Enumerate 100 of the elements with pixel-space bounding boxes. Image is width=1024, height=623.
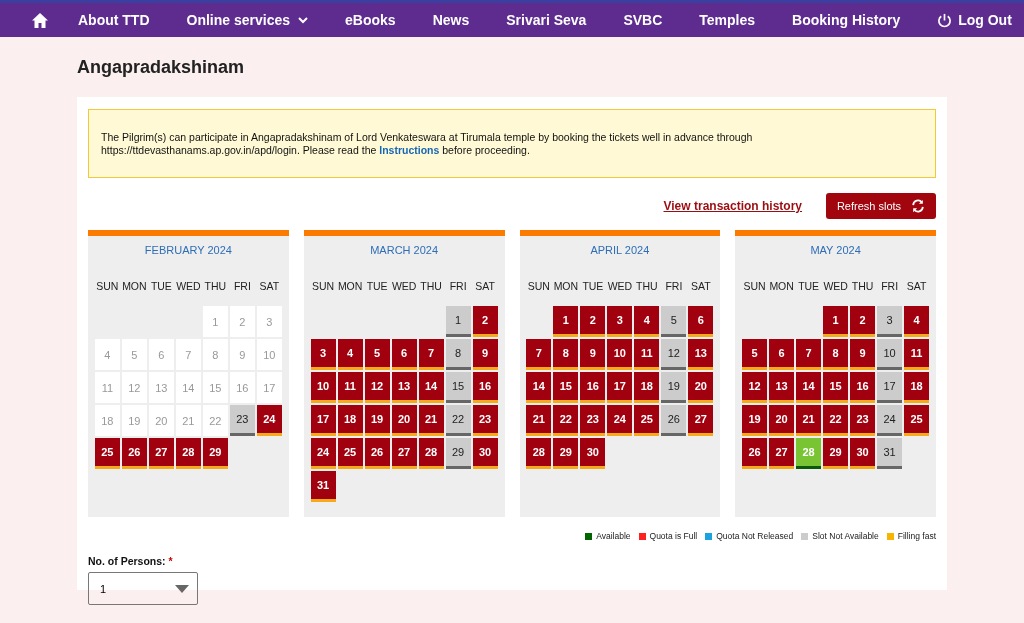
date-cell[interactable]: 29 [823, 438, 849, 469]
date-cell[interactable]: 18 [337, 405, 363, 436]
date-cell[interactable]: 4 [634, 306, 660, 337]
date-cell[interactable]: 4 [337, 339, 363, 370]
nav-link[interactable]: News [432, 12, 470, 28]
date-cell[interactable]: 16 [850, 372, 876, 403]
date-cell[interactable]: 16 [472, 372, 498, 403]
date-cell[interactable]: 1 [553, 306, 579, 337]
date-cell[interactable]: 30 [850, 438, 876, 469]
refresh-slots-button[interactable]: Refresh slots [826, 193, 936, 219]
date-cell[interactable]: 15 [823, 372, 849, 403]
date-cell[interactable]: 28 [526, 438, 552, 469]
date-cell[interactable]: 22 [553, 405, 579, 436]
date-cell[interactable]: 19 [661, 372, 687, 403]
date-cell[interactable]: 19 [364, 405, 390, 436]
date-cell[interactable]: 10 [310, 372, 336, 403]
date-cell[interactable]: 29 [553, 438, 579, 469]
date-cell[interactable]: 26 [364, 438, 390, 469]
date-cell[interactable]: 23 [580, 405, 606, 436]
date-cell[interactable]: 3 [877, 306, 903, 337]
home-icon[interactable] [32, 12, 48, 28]
date-cell[interactable]: 29 [445, 438, 471, 469]
date-cell[interactable]: 23 [850, 405, 876, 436]
date-cell[interactable]: 21 [418, 405, 444, 436]
date-cell[interactable]: 27 [769, 438, 795, 469]
date-cell[interactable]: 11 [904, 339, 930, 370]
date-cell[interactable]: 9 [472, 339, 498, 370]
date-cell[interactable]: 5 [661, 306, 687, 337]
date-cell[interactable]: 14 [526, 372, 552, 403]
date-cell[interactable]: 22 [823, 405, 849, 436]
nav-link[interactable]: About TTD [78, 12, 150, 28]
date-cell[interactable]: 9 [580, 339, 606, 370]
date-cell[interactable]: 2 [580, 306, 606, 337]
date-cell[interactable]: 6 [391, 339, 417, 370]
date-cell[interactable]: 14 [796, 372, 822, 403]
date-cell[interactable]: 28 [175, 438, 201, 469]
date-cell[interactable]: 5 [364, 339, 390, 370]
nav-link[interactable]: eBooks [345, 12, 396, 28]
date-cell[interactable]: 29 [202, 438, 228, 469]
date-cell[interactable]: 1 [823, 306, 849, 337]
nav-link[interactable]: Online services [186, 12, 309, 28]
date-cell[interactable]: 24 [877, 405, 903, 436]
date-cell[interactable]: 2 [850, 306, 876, 337]
transaction-history-link[interactable]: View transaction history [663, 199, 802, 213]
date-cell[interactable]: 8 [445, 339, 471, 370]
date-cell[interactable]: 13 [769, 372, 795, 403]
date-cell[interactable]: 12 [661, 339, 687, 370]
date-cell[interactable]: 25 [634, 405, 660, 436]
date-cell[interactable]: 11 [337, 372, 363, 403]
date-cell[interactable]: 3 [607, 306, 633, 337]
date-cell[interactable]: 26 [121, 438, 147, 469]
date-cell[interactable]: 12 [742, 372, 768, 403]
date-cell[interactable]: 30 [472, 438, 498, 469]
date-cell[interactable]: 16 [580, 372, 606, 403]
instructions-link[interactable]: Instructions [379, 144, 440, 156]
date-cell[interactable]: 17 [877, 372, 903, 403]
date-cell[interactable]: 27 [148, 438, 174, 469]
date-cell[interactable]: 24 [256, 405, 282, 436]
date-cell[interactable]: 10 [877, 339, 903, 370]
date-cell[interactable]: 20 [391, 405, 417, 436]
date-cell[interactable]: 26 [661, 405, 687, 436]
date-cell[interactable]: 1 [445, 306, 471, 337]
date-cell[interactable]: 27 [391, 438, 417, 469]
date-cell[interactable]: 25 [904, 405, 930, 436]
date-cell[interactable]: 9 [850, 339, 876, 370]
date-cell[interactable]: 8 [823, 339, 849, 370]
date-cell[interactable]: 8 [553, 339, 579, 370]
date-cell[interactable]: 31 [310, 471, 336, 502]
date-cell[interactable]: 5 [742, 339, 768, 370]
date-cell[interactable]: 18 [904, 372, 930, 403]
date-cell[interactable]: 24 [310, 438, 336, 469]
date-cell[interactable]: 6 [769, 339, 795, 370]
date-cell[interactable]: 17 [607, 372, 633, 403]
date-cell[interactable]: 20 [688, 372, 714, 403]
date-cell[interactable]: 26 [742, 438, 768, 469]
logout-link[interactable]: Log Out [937, 12, 1012, 28]
nav-link[interactable]: Temples [699, 12, 756, 28]
date-cell[interactable]: 2 [472, 306, 498, 337]
persons-select[interactable]: 1 [88, 572, 198, 605]
date-cell[interactable]: 22 [445, 405, 471, 436]
date-cell[interactable]: 19 [742, 405, 768, 436]
date-cell[interactable]: 24 [607, 405, 633, 436]
date-cell[interactable]: 27 [688, 405, 714, 436]
date-cell[interactable]: 25 [94, 438, 120, 469]
date-cell[interactable]: 3 [310, 339, 336, 370]
date-cell[interactable]: 31 [877, 438, 903, 469]
date-cell[interactable]: 21 [796, 405, 822, 436]
date-cell[interactable]: 14 [418, 372, 444, 403]
date-cell[interactable]: 4 [904, 306, 930, 337]
date-cell[interactable]: 15 [553, 372, 579, 403]
date-cell[interactable]: 6 [688, 306, 714, 337]
nav-link[interactable]: SVBC [623, 12, 663, 28]
date-cell[interactable]: 28 [418, 438, 444, 469]
date-cell[interactable]: 30 [580, 438, 606, 469]
date-cell[interactable]: 17 [310, 405, 336, 436]
date-cell[interactable]: 10 [607, 339, 633, 370]
nav-link[interactable]: Booking History [792, 12, 901, 28]
date-cell[interactable]: 21 [526, 405, 552, 436]
date-cell[interactable]: 23 [472, 405, 498, 436]
date-cell[interactable]: 25 [337, 438, 363, 469]
